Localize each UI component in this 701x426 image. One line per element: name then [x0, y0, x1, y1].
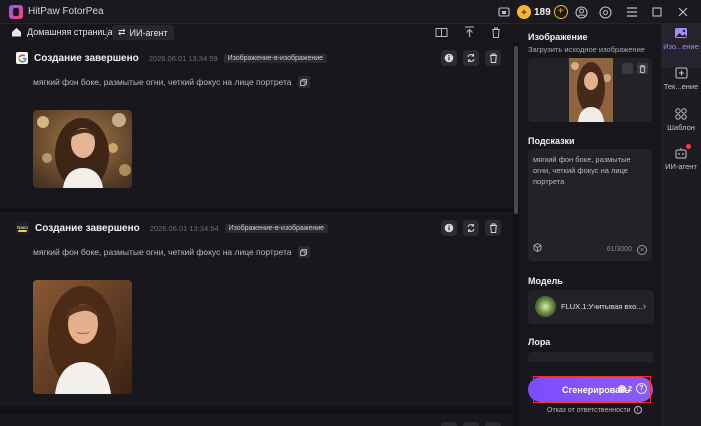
prompt-input[interactable]: мягкий фон боке, размытые огни, четкий ф…: [528, 149, 652, 261]
delete-button[interactable]: [485, 220, 501, 236]
model-thumbnail: [535, 296, 556, 317]
delete-button[interactable]: [485, 422, 501, 426]
upload-icon[interactable]: [462, 25, 476, 39]
rail-label: ИИ-агент: [665, 162, 697, 171]
regenerate-button[interactable]: [463, 220, 479, 236]
source-image: [569, 58, 613, 122]
lora-section-title: Лора: [528, 337, 551, 347]
card-prompt-text: мягкий фон боке, размытые огни, четкий ф…: [33, 77, 292, 87]
disclaimer-label: Отказ от ответственности: [547, 406, 631, 414]
nano-banana-icon: Nano: [16, 222, 29, 234]
chevron-right-icon: ›: [643, 301, 646, 311]
clear-prompt-icon[interactable]: ×: [637, 245, 647, 255]
result-card: [0, 414, 513, 426]
rail-item-image[interactable]: Изо...ение: [661, 27, 701, 51]
enhance-prompt-icon[interactable]: [533, 242, 542, 255]
disclaimer-link[interactable]: Отказ от ответственности i: [547, 406, 642, 414]
settings-panel: Изображение Загрузить исходное изображен…: [519, 24, 661, 426]
google-icon: [16, 52, 28, 64]
app-logo-icon: [9, 5, 23, 19]
image-section-title: Изображение: [528, 32, 588, 42]
maximize-icon[interactable]: [652, 4, 662, 20]
result-image[interactable]: [33, 280, 132, 394]
rail-label: Шаблон: [667, 123, 695, 132]
screen-share-icon[interactable]: [498, 4, 510, 20]
swap-icon: ⇄: [118, 27, 126, 37]
copy-icon[interactable]: [297, 76, 310, 88]
notification-dot: [686, 144, 691, 149]
credits-widget[interactable]: ✦ 189 +: [517, 4, 568, 20]
disclaimer-info-icon: i: [633, 406, 642, 414]
trash-icon[interactable]: [489, 25, 503, 39]
credits-count: 189: [534, 6, 551, 18]
add-credits-icon[interactable]: +: [553, 5, 568, 19]
book-icon[interactable]: [434, 25, 448, 39]
user-icon[interactable]: [575, 4, 588, 20]
mode-tag: Изображение-в-изображение: [224, 223, 329, 233]
delete-button[interactable]: [485, 50, 501, 66]
card-title: Создание завершено: [35, 222, 140, 234]
settings-icon[interactable]: [599, 4, 612, 20]
mode-tag: Изображение-в-изображение: [223, 53, 328, 63]
coin-icon: ✦: [517, 5, 531, 19]
lora-selector[interactable]: [528, 352, 654, 362]
card-prompt-text: мягкий фон боке, размытые огни, четкий ф…: [33, 247, 292, 257]
feed-scrollbar-thumb[interactable]: [514, 46, 518, 214]
close-icon[interactable]: [678, 4, 688, 20]
rail-item-ai-agent[interactable]: ИИ-агент: [661, 144, 701, 171]
template-icon: [675, 108, 687, 120]
char-counter: 61/3000: [606, 246, 632, 253]
result-feed: Создание завершено 2026.06.01 13:34:59 И…: [0, 42, 519, 426]
ai-agent-tab[interactable]: ⇄ ИИ-агент: [112, 25, 174, 40]
image-delete-icon[interactable]: [637, 63, 648, 74]
model-selector[interactable]: FLUX.1:Учитывая вхо... ›: [528, 290, 654, 324]
rail-label: Тек...ение: [663, 82, 699, 91]
menu-icon[interactable]: [626, 4, 638, 20]
highlight-box: [533, 376, 651, 403]
rail-item-text-image[interactable]: Тек...ение: [661, 67, 701, 91]
card-title: Создание завершено: [34, 52, 139, 64]
home-label: Домашняя страница: [27, 27, 113, 37]
text-image-icon: [675, 67, 687, 79]
source-label: Nano: [17, 224, 28, 230]
app-title: HitPaw FotorPea: [28, 6, 104, 17]
nav-divider: [106, 27, 107, 39]
home-link[interactable]: Домашняя страница: [11, 27, 113, 37]
upload-label: Загрузить исходное изображение: [528, 45, 645, 54]
info-button[interactable]: [441, 50, 457, 66]
prompts-section-title: Подсказки: [528, 136, 575, 146]
upload-area[interactable]: [528, 58, 652, 122]
title-bar: HitPaw FotorPea ✦ 189 +: [0, 0, 701, 24]
result-card: Создание завершено 2026.06.01 13:34:59 И…: [0, 42, 513, 208]
crop-icon[interactable]: [622, 63, 633, 74]
model-name: FLUX.1:Учитывая вхо...: [561, 302, 643, 311]
copy-icon[interactable]: [297, 246, 310, 258]
prompt-text[interactable]: мягкий фон боке, размытые огни, четкий ф…: [533, 154, 647, 187]
regenerate-button[interactable]: [463, 422, 479, 426]
ai-agent-label: ИИ-агент: [129, 27, 168, 38]
card-timestamp: 2026.06.01 13:34:54: [149, 223, 219, 233]
info-button[interactable]: [441, 220, 457, 236]
regenerate-button[interactable]: [463, 50, 479, 66]
result-image[interactable]: [33, 110, 132, 188]
rail-label: Изо...ение: [663, 42, 699, 51]
model-section-title: Модель: [528, 276, 563, 286]
card-timestamp: 2026.06.01 13:34:59: [148, 53, 218, 63]
image-icon: [675, 28, 687, 38]
rail-item-template[interactable]: Шаблон: [661, 108, 701, 132]
ai-agent-icon: [675, 148, 687, 159]
info-button[interactable]: [441, 422, 457, 426]
home-icon: [12, 28, 21, 37]
nav-bar: Домашняя страница ⇄ ИИ-агент: [0, 24, 519, 42]
result-card: Nano Создание завершено 2026.06.01 13:34…: [0, 212, 513, 407]
